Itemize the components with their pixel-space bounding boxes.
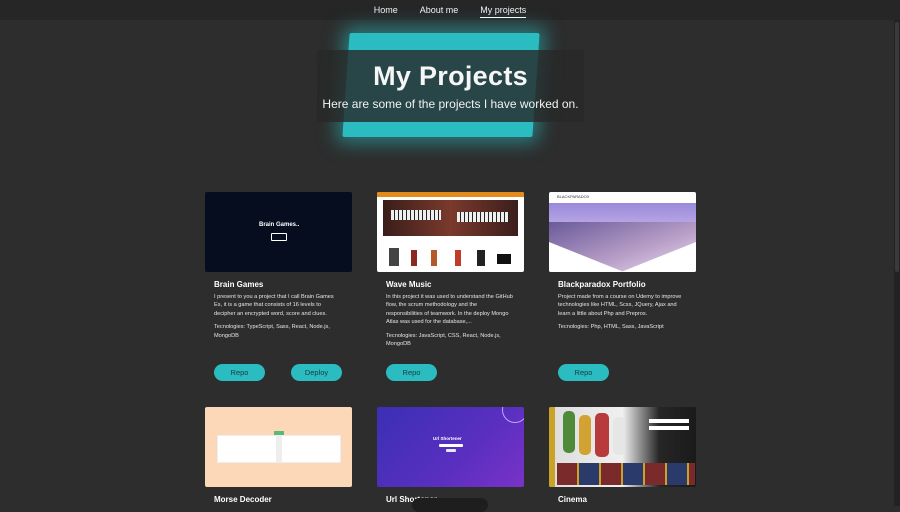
- deploy-button[interactable]: Deploy: [291, 364, 342, 381]
- thumbnail-logo: Brain Games..: [259, 222, 300, 228]
- thumbnail-shape: [549, 242, 624, 272]
- piano-keys-graphic: [391, 210, 441, 220]
- product-instrument-image: [497, 254, 511, 264]
- project-technologies: Tecnologies: TypeScript, Sass, React, No…: [214, 324, 330, 339]
- project-card-morse-decoder: Morse Decoder: [205, 407, 352, 504]
- thumbnail-sidebar: [549, 407, 555, 487]
- project-title: Brain Games: [214, 280, 264, 289]
- project-technologies: Tecnologies: JavaScript, CSS, React, Nod…: [386, 332, 501, 348]
- project-card-blackparadox: BLACKPARADOX Blackparadox Portfolio Proj…: [549, 192, 696, 332]
- project-title: Morse Decoder: [214, 495, 272, 504]
- thumbnail-input: [439, 444, 463, 447]
- project-thumbnail[interactable]: [377, 192, 524, 272]
- project-description: In this project it was used to understan…: [386, 294, 513, 326]
- navbar: Home About me My projects: [0, 0, 900, 20]
- product-instrument-image: [389, 248, 399, 266]
- thumbnail-button: [446, 449, 456, 452]
- scroll-indicator: [412, 498, 488, 512]
- thumbnail-input: [649, 419, 689, 423]
- thumbnail-shape: [621, 242, 696, 272]
- thumbnail-header-bar: [377, 192, 524, 197]
- thumbnail-logo: Url Shortener: [433, 436, 462, 441]
- product-instrument-image: [411, 250, 417, 266]
- thumbnail-divider: [276, 433, 282, 463]
- project-thumbnail[interactable]: [205, 407, 352, 487]
- project-card-cinema: Cinema: [549, 407, 696, 504]
- thumbnail-piano-banner: [383, 200, 518, 236]
- project-title: Wave Music: [386, 280, 432, 289]
- thumbnail-character: [613, 417, 625, 455]
- project-technologies: Tecnologies: Php, HTML, Sass, JavaScript: [558, 324, 664, 331]
- thumbnail-character: [579, 415, 591, 455]
- thumbnail-button: [274, 431, 284, 435]
- project-description: I present to you a project that I call B…: [214, 294, 334, 317]
- product-instrument-image: [477, 250, 485, 266]
- project-description: Project made from a course on Udemy to i…: [558, 294, 682, 317]
- thumbnail-play-button: [271, 233, 287, 241]
- project-card-brain-games: Brain Games.. Brain Games I present to y…: [205, 192, 352, 340]
- project-title: Blackparadox Portfolio: [558, 280, 646, 289]
- project-thumbnail[interactable]: [549, 407, 696, 487]
- repo-button[interactable]: Repo: [558, 364, 609, 381]
- project-title: Cinema: [558, 495, 587, 504]
- project-card-url-shortener: Url Shortener Url Shortener: [377, 407, 524, 504]
- thumbnail-logo: BLACKPARADOX: [557, 194, 590, 199]
- repo-button[interactable]: Repo: [386, 364, 437, 381]
- project-card-wave-music: Wave Music In this project it was used t…: [377, 192, 524, 348]
- scrollbar-thumb[interactable]: [895, 22, 899, 272]
- page-subtitle: Here are some of the projects I have wor…: [322, 97, 579, 111]
- project-thumbnail[interactable]: Brain Games..: [205, 192, 352, 272]
- thumbnail-input: [649, 426, 689, 430]
- product-instrument-image: [455, 250, 461, 266]
- project-thumbnail[interactable]: Url Shortener: [377, 407, 524, 487]
- thumbnail-movie-posters: [557, 463, 695, 485]
- piano-keys-graphic: [457, 212, 509, 222]
- nav-about-link[interactable]: About me: [420, 3, 459, 17]
- nav-projects-link[interactable]: My projects: [480, 3, 527, 18]
- page-title: My Projects: [373, 61, 528, 91]
- product-instrument-image: [431, 250, 437, 266]
- project-thumbnail[interactable]: BLACKPARADOX: [549, 192, 696, 272]
- thumbnail-character: [595, 413, 609, 457]
- nav-home-link[interactable]: Home: [374, 3, 398, 17]
- hero-banner: My Projects Here are some of the project…: [317, 50, 584, 122]
- thumbnail-decoration: [502, 407, 524, 423]
- repo-button[interactable]: Repo: [214, 364, 265, 381]
- thumbnail-character: [563, 411, 575, 453]
